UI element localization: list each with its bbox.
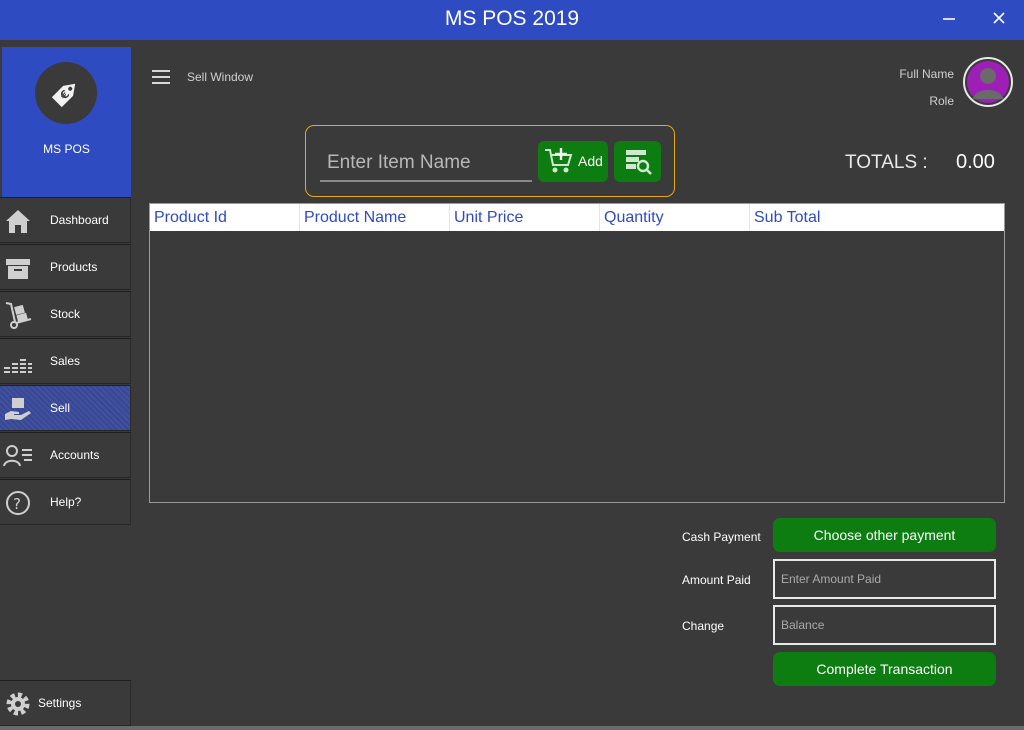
totals-value: 0.00	[956, 151, 995, 173]
bar-chart-icon	[4, 359, 32, 373]
breadcrumb: Sell Window	[187, 70, 254, 84]
sidebar: € MS POS Dashboard Products Stock Sales …	[0, 40, 132, 730]
add-item-button[interactable]: Add	[538, 141, 608, 182]
nav-accounts[interactable]: Accounts	[0, 432, 131, 478]
brand-name: MS POS	[43, 142, 90, 156]
minimize-icon	[943, 18, 955, 20]
product-grid[interactable]: Product Id Product Name Unit Price Quant…	[149, 203, 1005, 503]
nav-dashboard-label: Dashboard	[50, 213, 109, 227]
window-title: MS POS 2019	[444, 7, 580, 30]
minimize-button[interactable]	[934, 8, 964, 32]
nav-stock[interactable]: Stock	[0, 291, 131, 337]
nav-settings-label: Settings	[38, 696, 82, 710]
hand-box-icon	[5, 398, 31, 420]
complete-transaction-button[interactable]: Complete Transaction	[773, 652, 996, 686]
grid-header: Product Id Product Name Unit Price Quant…	[150, 204, 1004, 231]
add-button-label: Add	[578, 153, 603, 169]
taskbar-edge	[0, 726, 1024, 730]
change-balance-input[interactable]	[773, 605, 996, 645]
nav-help[interactable]: ? Help?	[0, 479, 131, 525]
list-search-icon	[626, 150, 652, 175]
cart-add-icon	[545, 148, 573, 173]
svg-text:?: ?	[13, 495, 21, 513]
nav-sell[interactable]: Sell	[0, 385, 131, 431]
nav-settings[interactable]: Settings	[0, 680, 131, 726]
item-name-input[interactable]	[320, 146, 532, 182]
cash-payment-label: Cash Payment	[682, 530, 761, 544]
price-tag-logo-icon: €	[35, 62, 97, 124]
nav-sell-label: Sell	[50, 401, 71, 415]
user-role: Role	[929, 94, 954, 108]
nav-accounts-label: Accounts	[50, 448, 100, 462]
title-bar: MS POS 2019	[0, 0, 1024, 40]
brand-panel: € MS POS	[2, 47, 131, 197]
user-full-name: Full Name	[899, 67, 954, 81]
nav-sales-label: Sales	[50, 354, 81, 368]
help-circle-icon: ?	[6, 491, 30, 515]
close-icon	[993, 12, 1005, 24]
nav-dashboard[interactable]: Dashboard	[0, 197, 131, 243]
user-list-icon	[3, 445, 32, 467]
hand-truck-icon	[5, 302, 32, 329]
close-button[interactable]	[984, 8, 1014, 32]
browse-items-button[interactable]	[614, 141, 661, 182]
nav-sales[interactable]: Sales	[0, 338, 131, 384]
archive-box-icon	[6, 259, 30, 279]
amount-paid-input[interactable]	[773, 559, 996, 599]
totals-label: TOTALS :	[845, 152, 928, 173]
column-header-product-id[interactable]: Product Id	[150, 204, 300, 231]
hamburger-icon	[152, 70, 170, 84]
nav-stock-label: Stock	[50, 307, 81, 321]
column-header-quantity[interactable]: Quantity	[600, 204, 750, 231]
amount-paid-label: Amount Paid	[682, 573, 751, 587]
nav-products[interactable]: Products	[0, 244, 131, 290]
nav-products-label: Products	[50, 260, 98, 274]
item-search-panel: Add	[305, 125, 675, 197]
column-header-unit-price[interactable]: Unit Price	[450, 204, 600, 231]
column-header-sub-total[interactable]: Sub Total	[750, 204, 1004, 231]
home-icon	[6, 210, 30, 233]
choose-other-payment-button[interactable]: Choose other payment	[773, 518, 996, 552]
column-header-product-name[interactable]: Product Name	[300, 204, 450, 231]
user-avatar-icon	[967, 61, 1009, 103]
menu-toggle-button[interactable]	[152, 70, 170, 84]
nav-help-label: Help?	[50, 495, 82, 509]
avatar[interactable]	[963, 57, 1013, 107]
change-label: Change	[682, 619, 725, 633]
gear-icon	[6, 692, 30, 716]
